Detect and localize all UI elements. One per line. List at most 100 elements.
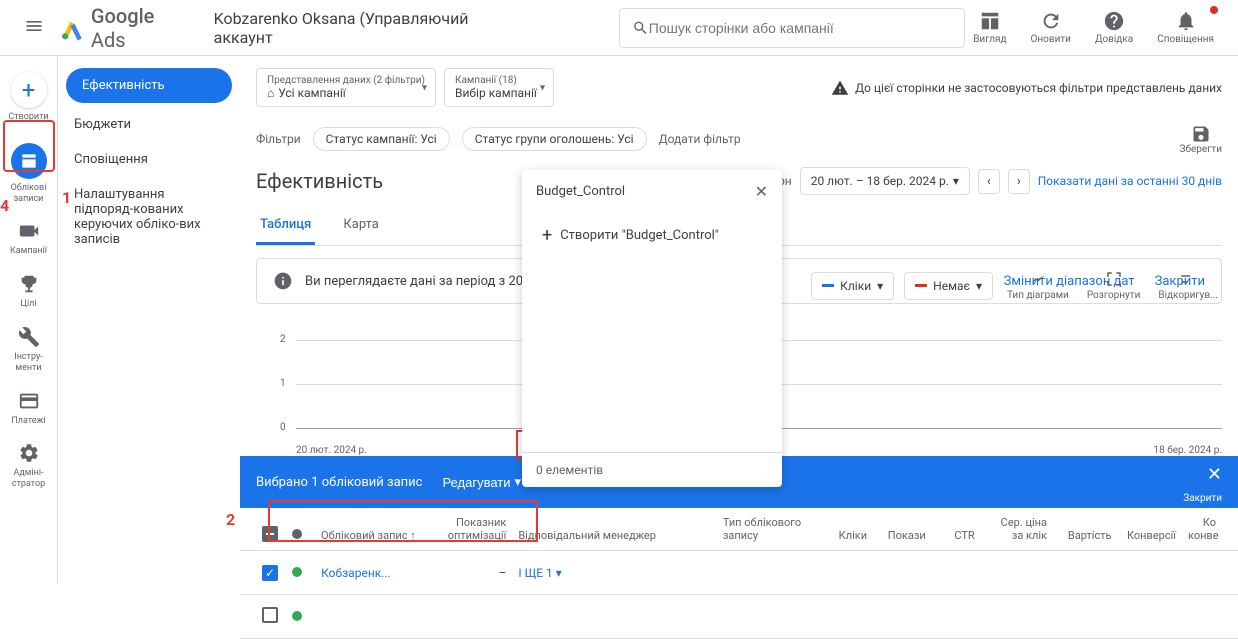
plus-icon: + bbox=[11, 72, 47, 108]
table-icon bbox=[979, 10, 1001, 32]
col-type[interactable]: Тип облікового запису bbox=[717, 516, 815, 542]
opt-value: – bbox=[442, 566, 512, 580]
edit-button[interactable]: Редагувати▾ bbox=[430, 466, 533, 498]
more-managers[interactable]: І ЩЕ 1 ▾ bbox=[518, 566, 561, 580]
sidebar-budgets[interactable]: Бюджети bbox=[58, 107, 240, 142]
card-icon bbox=[18, 390, 40, 412]
col-mgr[interactable]: Відповідальний менеджер bbox=[512, 529, 717, 542]
sort-up-icon: ↑ bbox=[410, 529, 416, 542]
popup-title: Budget_Control bbox=[536, 184, 625, 199]
rail-admin[interactable]: Адміні-стратор bbox=[0, 434, 57, 498]
menu-button[interactable] bbox=[16, 8, 52, 47]
metric-none[interactable]: Немає▾ bbox=[904, 272, 993, 300]
chart-icon bbox=[1029, 270, 1047, 288]
date-range-select[interactable]: 20 лют. – 18 бер. 2024 р.▾ bbox=[800, 167, 970, 195]
notification-dot bbox=[1210, 6, 1218, 14]
google-ads-icon bbox=[60, 15, 85, 41]
accounts-icon bbox=[19, 151, 39, 171]
warning-message: До цієї сторінки не застосовуються фільт… bbox=[831, 79, 1222, 97]
chart-expand-button[interactable]: Розгорнути bbox=[1083, 270, 1145, 301]
date-prev[interactable]: ‹ bbox=[978, 169, 1000, 194]
save-button[interactable]: Зберегти bbox=[1180, 124, 1222, 155]
trophy-icon bbox=[18, 273, 40, 295]
chevron-down-icon: ▾ bbox=[976, 279, 982, 293]
save-icon bbox=[1191, 124, 1211, 144]
refresh-icon bbox=[1040, 10, 1062, 32]
add-filter[interactable]: Додати фільтр bbox=[659, 132, 741, 146]
row-checkbox[interactable]: ✓ bbox=[262, 565, 278, 581]
wrench-icon bbox=[18, 326, 40, 348]
search-input[interactable] bbox=[649, 20, 952, 36]
rail-goals[interactable]: Цілі bbox=[0, 265, 57, 318]
table-header: Обліковий запис ↑ Показник оптимізації В… bbox=[240, 508, 1238, 551]
logo-text: Google Ads bbox=[91, 4, 190, 52]
col-ctr[interactable]: CTR bbox=[932, 529, 981, 542]
help-icon bbox=[1103, 10, 1125, 32]
annotation-4: 4 bbox=[0, 196, 9, 215]
gear-icon bbox=[18, 442, 40, 464]
sidebar-notifications[interactable]: Сповіщення bbox=[58, 142, 240, 177]
rail-create[interactable]: + Створити bbox=[0, 64, 57, 131]
col-clicks[interactable]: Кліки bbox=[814, 529, 873, 542]
selection-close-icon[interactable]: ✕ bbox=[1207, 464, 1222, 485]
chevron-down-icon: ▾ bbox=[515, 474, 522, 490]
selection-text: Вибрано 1 обліковий запис bbox=[256, 475, 422, 490]
col-account[interactable]: Обліковий запис ↑ bbox=[315, 529, 442, 542]
logo: Google Ads bbox=[60, 4, 190, 52]
tab-table[interactable]: Таблиця bbox=[256, 207, 315, 245]
campaign-dropdown[interactable]: Кампанії (18) Вибір кампанії ▾ bbox=[444, 68, 554, 107]
filter-adgroup-status[interactable]: Статус групи оголошень: Усі bbox=[462, 127, 647, 151]
refresh-button[interactable]: Оновити bbox=[1023, 6, 1079, 49]
sliders-icon bbox=[1179, 270, 1197, 288]
search-box[interactable] bbox=[619, 8, 965, 48]
view-button[interactable]: Вигляд bbox=[965, 6, 1014, 49]
chevron-down-icon: ▾ bbox=[540, 82, 545, 93]
status-dot bbox=[292, 611, 302, 621]
col-cpc[interactable]: Сер. ціна за клік bbox=[981, 516, 1053, 542]
expand-icon bbox=[1105, 270, 1123, 288]
info-icon bbox=[273, 271, 293, 291]
filter-campaign-status[interactable]: Статус кампанії: Усі bbox=[313, 127, 450, 151]
megaphone-icon bbox=[18, 220, 40, 242]
select-all-checkbox[interactable] bbox=[262, 526, 278, 542]
sidebar-performance[interactable]: Ефективність bbox=[66, 68, 232, 103]
account-name[interactable]: Kobzarenko Oksana (Управляючий аккаунт bbox=[214, 9, 519, 47]
last-30-days-link[interactable]: Показати дані за останні 30 днів bbox=[1038, 174, 1222, 188]
label-popup: Budget_Control ✕ + Створити "Budget_Cont… bbox=[522, 170, 782, 487]
warning-icon bbox=[831, 79, 849, 97]
col-cost[interactable]: Вартість bbox=[1053, 529, 1118, 542]
plus-icon: + bbox=[542, 225, 552, 246]
bell-icon bbox=[1175, 10, 1197, 32]
date-next[interactable]: › bbox=[1008, 169, 1030, 194]
row-checkbox[interactable] bbox=[262, 607, 278, 623]
chevron-down-icon: ▾ bbox=[953, 174, 959, 188]
popup-footer: 0 елементів bbox=[522, 452, 782, 487]
col-opt[interactable]: Показник оптимізації bbox=[442, 516, 513, 542]
filters-label: Фільтри bbox=[256, 132, 301, 146]
status-dot bbox=[292, 567, 302, 577]
col-conv[interactable]: Конверсії bbox=[1117, 529, 1182, 542]
rail-tools[interactable]: Інстру-менти bbox=[0, 318, 57, 382]
sidebar-submanager-settings[interactable]: Налаштування підпоряд-кованих керуючих о… bbox=[58, 177, 240, 257]
chart-type-button[interactable]: Тип діаграми bbox=[1003, 270, 1073, 301]
chart-adjust-button[interactable]: Відкоригув... bbox=[1154, 270, 1222, 301]
col-last[interactable]: Ко конве bbox=[1182, 516, 1222, 542]
table-row[interactable] bbox=[240, 595, 1238, 639]
table-row[interactable]: ✓ Кобзаренк... – І ЩЕ 1 ▾ bbox=[240, 551, 1238, 595]
help-button[interactable]: Довідка bbox=[1087, 6, 1141, 49]
chevron-down-icon: ▾ bbox=[877, 279, 883, 293]
annotation-2: 2 bbox=[226, 510, 235, 529]
notifications-button[interactable]: Сповіщення bbox=[1149, 6, 1222, 49]
rail-campaigns[interactable]: Кампанії bbox=[0, 212, 57, 265]
metric-clicks[interactable]: Кліки▾ bbox=[811, 272, 894, 300]
data-view-dropdown[interactable]: Представлення даних (2 фільтри) ⌂Усі кам… bbox=[256, 68, 436, 107]
account-link[interactable]: Кобзаренк... bbox=[321, 566, 391, 580]
home-icon: ⌂ bbox=[267, 86, 274, 100]
col-impr[interactable]: Покази bbox=[873, 529, 932, 542]
banner-text: Ви переглядаєте дані за період з 2024-02 bbox=[305, 274, 556, 289]
create-label-button[interactable]: + Створити "Budget_Control" bbox=[532, 217, 772, 254]
chevron-down-icon: ▾ bbox=[422, 82, 427, 93]
tab-map[interactable]: Карта bbox=[339, 207, 382, 245]
popup-close-icon[interactable]: ✕ bbox=[755, 182, 768, 201]
rail-payments[interactable]: Платежі bbox=[0, 382, 57, 435]
